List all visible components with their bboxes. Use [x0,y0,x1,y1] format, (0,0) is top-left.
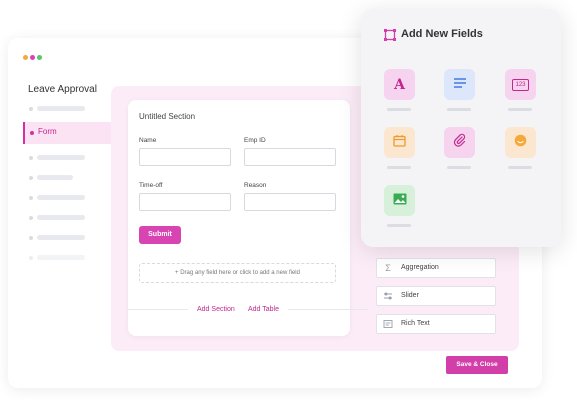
emoji-field-tile[interactable] [505,127,536,158]
sidebar-item-placeholder[interactable] [37,155,85,160]
text-icon: A [394,76,405,93]
sidebar-item-bullet [29,107,33,111]
divider-left [128,309,188,310]
section-title[interactable]: Untitled Section [139,112,195,121]
name-input[interactable] [139,148,231,166]
date-field-tile[interactable] [384,127,415,158]
tile-caption-placeholder [387,108,411,111]
time-off-input[interactable] [139,193,231,211]
sidebar-item-bullet [29,216,33,220]
sidebar-item-form[interactable]: Form [23,122,111,144]
sidebar-item-bullet [29,236,33,240]
add-section-link[interactable]: Add Section [197,306,235,313]
field-type-label: Rich Text [401,320,430,327]
divider-right [288,309,368,310]
sidebar-item-label: Form [38,127,57,136]
tile-caption-placeholder [387,166,411,169]
sidebar-bullet-icon [30,131,34,135]
number-field-tile[interactable]: 123 [505,69,536,100]
image-field-tile[interactable] [384,185,415,216]
tile-caption-placeholder [508,108,532,111]
window-dot-green [37,55,42,60]
field-label-time-off: Time-off [139,182,163,189]
form-section-card [128,100,350,336]
app-title: Leave Approval [28,84,97,95]
multiline-icon [453,76,467,94]
window-dot-yellow [23,55,28,60]
save-close-button[interactable]: Save & Close [446,356,508,374]
slider-icon [383,291,393,301]
field-label-emp-id: Emp ID [244,137,266,144]
tile-caption-placeholder [447,108,471,111]
sidebar-item-placeholder[interactable] [37,195,85,200]
sidebar-item-bullet [29,196,33,200]
emoji-icon [514,134,527,152]
sidebar-item-placeholder[interactable] [37,215,85,220]
tile-caption-placeholder [387,224,411,227]
field-type-aggregation[interactable]: Σ Aggregation [376,258,496,278]
reason-input[interactable] [244,193,336,211]
panel-title: Add New Fields [401,28,483,40]
sidebar-item-bullet [29,256,33,260]
calendar-icon [393,134,406,152]
sigma-icon: Σ [385,263,391,273]
tile-caption-placeholder [447,166,471,169]
window-dot-pink [30,55,35,60]
sidebar-item-placeholder[interactable] [37,175,73,180]
field-label-reason: Reason [244,182,267,189]
field-type-label: Slider [401,292,419,299]
select-frame-icon [384,28,396,41]
field-type-slider[interactable]: Slider [376,286,496,306]
sidebar-item-placeholder[interactable] [37,235,85,240]
sidebar-item-placeholder[interactable] [37,106,85,111]
sidebar-item-bullet [29,176,33,180]
add-table-link[interactable]: Add Table [248,306,279,313]
emp-id-input[interactable] [244,148,336,166]
field-type-label: Aggregation [401,264,439,271]
attachment-icon [453,133,466,152]
field-drop-zone[interactable]: + Drag any field here or click to add a … [139,263,336,283]
text-field-tile[interactable]: A [384,69,415,100]
sidebar-item-bullet [29,156,33,160]
multiline-field-tile[interactable] [444,69,475,100]
tile-caption-placeholder [508,166,532,169]
number-icon: 123 [512,78,529,91]
submit-button[interactable]: Submit [139,226,181,244]
field-type-rich-text[interactable]: Rich Text [376,314,496,334]
rich-text-icon [383,319,393,329]
sidebar-item-placeholder[interactable] [37,255,85,260]
image-icon [393,192,407,210]
field-label-name: Name [139,137,157,144]
attachment-field-tile[interactable] [444,127,475,158]
